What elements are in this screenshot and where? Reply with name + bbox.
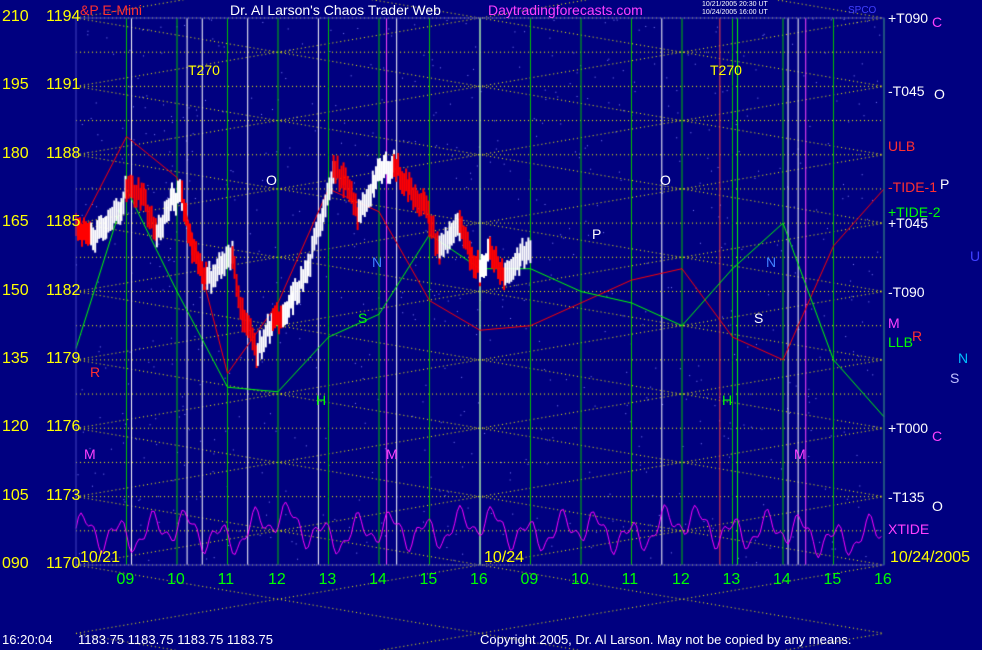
far-right-label: O bbox=[932, 498, 943, 514]
chart-annotation: N bbox=[766, 254, 777, 270]
x-tick-label: 12 bbox=[268, 571, 286, 588]
far-right-label: U bbox=[970, 248, 981, 264]
far-right-label: C bbox=[932, 14, 943, 30]
y-price-label: 1179 bbox=[46, 349, 81, 367]
stamp-2: 10/24/2005 16:00 UT bbox=[702, 9, 768, 16]
date-label: 10/24/2005 bbox=[890, 549, 971, 566]
y-scale-label: 165 bbox=[2, 213, 29, 231]
y-price-label: 1188 bbox=[46, 144, 81, 162]
y-price-label: 1170 bbox=[46, 555, 81, 572]
chart-annotation: T270 bbox=[710, 62, 742, 78]
far-right-label: R bbox=[912, 328, 923, 344]
date-label: 10/21 bbox=[80, 549, 121, 566]
chart-annotation: H bbox=[316, 392, 327, 408]
right-level-label: M bbox=[888, 315, 900, 332]
y-scale-label: 120 bbox=[2, 418, 29, 436]
chart-title: Dr. Al Larson's Chaos Trader Web bbox=[230, 2, 441, 18]
sp-code: SPCO bbox=[848, 5, 877, 16]
far-right-label: P bbox=[940, 176, 950, 192]
y-price-label: 1173 bbox=[46, 486, 81, 504]
x-tick-label: 13 bbox=[722, 571, 741, 588]
chart-annotation: O bbox=[266, 172, 277, 188]
x-tick-label: 12 bbox=[672, 571, 690, 588]
right-level-label: +T090 bbox=[888, 10, 929, 26]
far-right-label: O bbox=[934, 86, 945, 102]
y-scale-label: 105 bbox=[2, 486, 29, 504]
y-scale-label: 135 bbox=[2, 349, 29, 367]
y-scale-label: 210 bbox=[2, 8, 29, 25]
x-tick-label: 11 bbox=[217, 571, 235, 588]
x-tick-label: 15 bbox=[419, 571, 438, 588]
chart-annotation: S bbox=[754, 310, 764, 326]
y-price-label: 1191 bbox=[46, 76, 81, 94]
far-right-label: N bbox=[958, 350, 969, 366]
right-level-label: +T045 bbox=[888, 215, 929, 232]
x-tick-label: 14 bbox=[369, 571, 387, 588]
y-price-label: 1194 bbox=[46, 8, 81, 25]
y-scale-label: 195 bbox=[2, 76, 29, 94]
copyright: Copyright 2005, Dr. Al Larson. May not b… bbox=[480, 632, 852, 647]
right-level-label: -T135 bbox=[888, 488, 925, 505]
symbol-title: &P E-Mini bbox=[80, 2, 142, 18]
y-scale-label: 090 bbox=[2, 555, 29, 572]
site-link[interactable]: Daytradingforecasts.com bbox=[488, 2, 643, 18]
x-tick-label: 14 bbox=[773, 571, 791, 588]
status-ohlc: 1183.75 1183.75 1183.75 1183.75 bbox=[78, 632, 273, 647]
x-tick-label: 10 bbox=[571, 571, 589, 588]
chart-annotation: N bbox=[372, 254, 383, 270]
chart-annotation: P bbox=[592, 226, 602, 242]
chart-annotation: R bbox=[90, 364, 101, 380]
x-tick-label: 13 bbox=[318, 571, 337, 588]
x-tick-label: 10 bbox=[167, 571, 185, 588]
x-tick-label: 16 bbox=[470, 571, 488, 588]
right-level-label: XTIDE bbox=[888, 520, 930, 537]
x-tick-label: 15 bbox=[823, 571, 842, 588]
y-price-label: 1185 bbox=[46, 213, 81, 231]
right-level-label: -T045 bbox=[888, 82, 925, 99]
chart-annotation: M bbox=[84, 446, 96, 462]
x-tick-label: 11 bbox=[621, 571, 639, 588]
right-level-label: +T000 bbox=[888, 420, 929, 437]
chart-annotation: O bbox=[660, 172, 671, 188]
y-scale-label: 180 bbox=[2, 144, 29, 162]
chart-annotation: S bbox=[358, 310, 368, 326]
x-tick-label: 09 bbox=[520, 571, 539, 588]
date-label: 10/24 bbox=[484, 549, 525, 566]
x-tick-label: 09 bbox=[116, 571, 135, 588]
far-right-label: C bbox=[932, 428, 943, 444]
far-right-label: S bbox=[950, 370, 960, 386]
x-tick-label: 16 bbox=[874, 571, 892, 588]
chart-annotation: M bbox=[794, 446, 806, 462]
right-level-label: LLB bbox=[888, 333, 913, 350]
y-scale-label: 150 bbox=[2, 281, 29, 299]
right-level-label: -T090 bbox=[888, 283, 925, 300]
chart-annotation: T270 bbox=[188, 62, 220, 78]
y-price-label: 1182 bbox=[46, 281, 81, 299]
right-level-label: -TIDE-1 bbox=[888, 178, 937, 195]
status-time: 16:20:04 bbox=[2, 632, 53, 647]
chart-annotation: H bbox=[722, 392, 733, 408]
y-price-label: 1176 bbox=[46, 418, 81, 436]
stamp-1: 10/21/2005 20:30 UT bbox=[702, 1, 768, 8]
chart-annotation: M bbox=[386, 446, 398, 462]
right-level-label: ULB bbox=[888, 137, 916, 154]
